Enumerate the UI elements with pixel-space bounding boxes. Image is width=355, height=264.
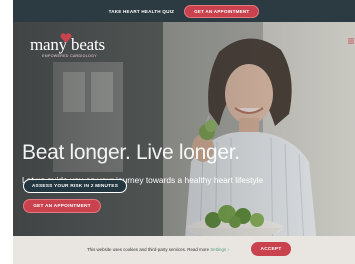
heart-quiz-link[interactable]: TAKE HEART HEALTH QUIZ [109, 9, 174, 14]
cookie-settings-link[interactable]: Settings › [210, 247, 229, 252]
heart-logo-icon [60, 33, 72, 43]
topbar-appointment-button[interactable]: GET AN APPOINTMENT [184, 4, 260, 18]
hamburger-icon[interactable] [348, 38, 354, 44]
assess-risk-button[interactable]: ASSESS YOUR RISK IN 2 MINUTES [23, 179, 127, 193]
hero-section: many beats EMPOWERED CARDIOLOGY Beat lon… [13, 22, 355, 264]
cookie-text: This website uses cookies and third-part… [87, 247, 229, 252]
many-beats-logo[interactable]: many beats EMPOWERED CARDIOLOGY [30, 33, 110, 58]
cookie-banner: This website uses cookies and third-part… [13, 236, 355, 264]
hero-appointment-button[interactable]: GET AN APPOINTMENT [23, 199, 101, 213]
page-frame: TAKE HEART HEALTH QUIZ GET AN APPOINTMEN… [13, 0, 355, 264]
cookie-message: This website uses cookies and third-part… [87, 247, 210, 252]
hero-headline: Beat longer. Live longer. [22, 141, 240, 164]
announcement-bar: TAKE HEART HEALTH QUIZ GET AN APPOINTMEN… [13, 0, 355, 22]
cookie-accept-button[interactable]: ACCEPT [251, 242, 291, 256]
logo-tagline: EMPOWERED CARDIOLOGY [42, 54, 97, 58]
